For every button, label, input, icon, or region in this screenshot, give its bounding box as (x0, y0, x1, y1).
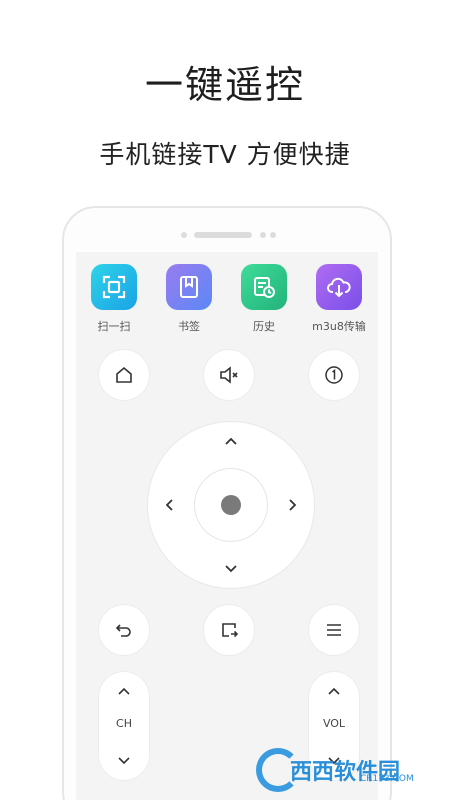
home-button[interactable] (99, 350, 149, 400)
channel-down-icon[interactable] (117, 756, 131, 766)
sensor-dot (260, 232, 266, 238)
headline: 一键遥控 (144, 63, 305, 107)
tool-history[interactable]: 历史 (227, 264, 301, 334)
arrow-up-icon[interactable] (224, 436, 238, 446)
tool-label: 扫一扫 (97, 320, 131, 333)
back-icon (115, 624, 131, 637)
power-icon (325, 366, 343, 384)
source-button[interactable] (204, 605, 254, 655)
speaker-grille (194, 232, 252, 238)
input-source-icon (222, 623, 239, 638)
ok-button[interactable] (195, 469, 267, 541)
bookmark-icon (166, 264, 212, 310)
arrow-left-icon[interactable] (164, 498, 174, 512)
tool-label: 历史 (253, 320, 275, 333)
mute-icon (220, 366, 238, 384)
channel-up-icon[interactable] (117, 686, 131, 696)
app-screen: 扫一扫 书签 历史 m3u8传输 CH VOL (76, 252, 378, 800)
power-button[interactable] (309, 350, 359, 400)
camera-dot (181, 232, 187, 238)
watermark-logo: 西西软件园 CR173.COM (256, 748, 436, 792)
sensor-dot (270, 232, 276, 238)
phone-top-bar (64, 230, 390, 240)
menu-button[interactable] (309, 605, 359, 655)
tool-label: 书签 (178, 320, 200, 333)
cloud-upload-icon (316, 264, 362, 310)
volume-label: VOL (322, 717, 346, 730)
history-icon (241, 264, 287, 310)
menu-icon (327, 624, 341, 636)
phone-frame: 扫一扫 书签 历史 m3u8传输 CH VOL (62, 206, 392, 800)
channel-rocker: CH (99, 672, 149, 780)
tool-bookmark[interactable]: 书签 (152, 264, 226, 334)
toolbar: 扫一扫 书签 历史 m3u8传输 (76, 264, 378, 344)
tool-scan[interactable]: 扫一扫 (77, 264, 151, 334)
ok-dot-icon (221, 495, 241, 515)
tool-label: m3u8传输 (312, 320, 366, 333)
arrow-right-icon[interactable] (288, 498, 298, 512)
home-icon (116, 366, 132, 383)
scan-icon (91, 264, 137, 310)
direction-pad (148, 422, 314, 588)
mute-button[interactable] (204, 350, 254, 400)
tool-m3u8[interactable]: m3u8传输 (302, 264, 376, 334)
volume-up-icon[interactable] (327, 686, 341, 696)
watermark-domain: CR173.COM (360, 774, 414, 784)
subheadline: 手机链接TV 方便快捷 (99, 140, 351, 169)
arrow-down-icon[interactable] (224, 564, 238, 574)
channel-label: CH (116, 717, 132, 730)
back-button[interactable] (99, 605, 149, 655)
